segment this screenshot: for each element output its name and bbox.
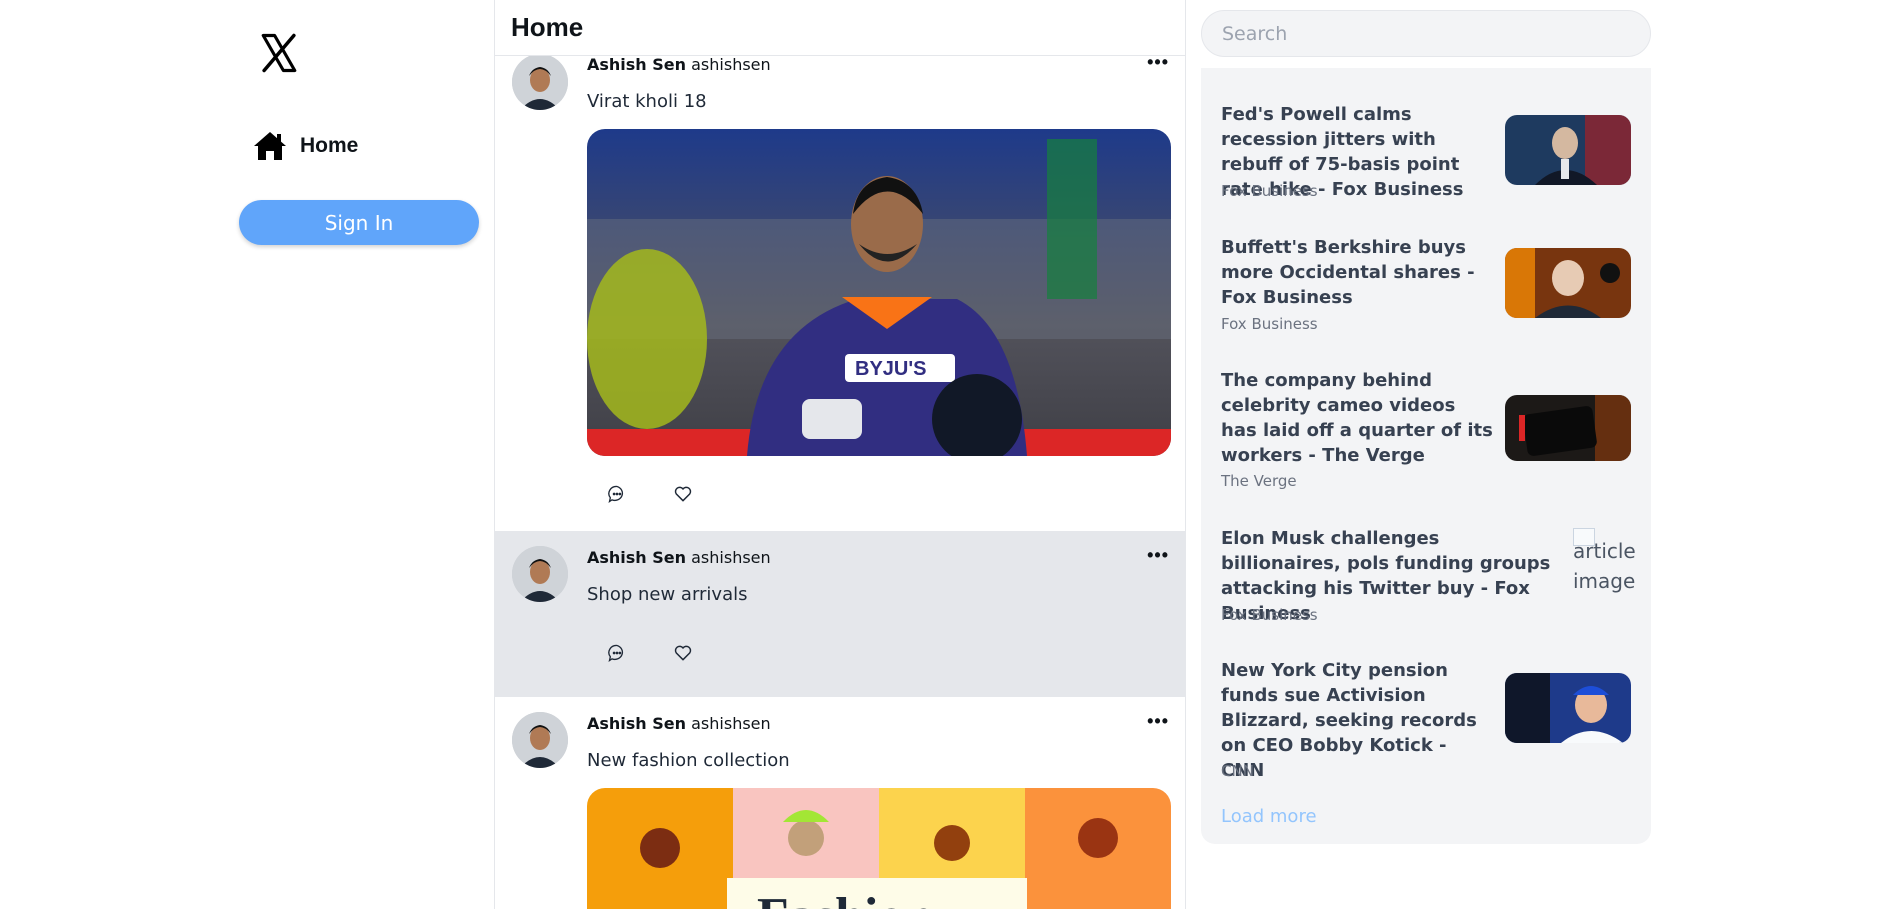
heart-icon[interactable] (673, 484, 693, 504)
search-input[interactable] (1201, 10, 1651, 57)
tweet-author: Ashish Sen ashishsen (587, 55, 771, 74)
avatar[interactable] (512, 712, 568, 768)
article-image-alt: article image (1573, 539, 1636, 593)
page-title: Home (511, 12, 584, 42)
tweet-image[interactable]: BYJU'S (587, 129, 1171, 456)
tweet-actions (607, 643, 693, 663)
nav-home[interactable]: Home (252, 130, 358, 162)
author-name[interactable]: Ashish Sen (587, 548, 686, 567)
nav-home-label: Home (300, 134, 359, 157)
news-article[interactable]: Fed's Powell calms recession jitters wit… (1221, 102, 1635, 202)
cricketer-photo: BYJU'S (587, 129, 1171, 456)
sign-in-button[interactable]: Sign In (239, 200, 479, 245)
article-source: The Verge (1221, 472, 1297, 490)
comment-icon[interactable] (607, 484, 627, 504)
news-article[interactable]: New York City pension funds sue Activisi… (1221, 658, 1635, 783)
news-panel: Fed's Powell calms recession jitters wit… (1201, 68, 1651, 844)
more-options-icon[interactable]: ••• (1147, 545, 1169, 566)
tweet-text: Virat kholi 18 (587, 91, 707, 112)
tweet-text: Shop new arrivals (587, 584, 748, 605)
tweet[interactable]: Ashish Sen ashishsen ••• Virat kholi 18 (495, 44, 1185, 531)
avatar-image (512, 546, 568, 602)
app: Home Sign In Home Ashish Sen ashishsen •… (0, 0, 1887, 909)
author-handle[interactable]: ashishsen (691, 55, 771, 74)
tweet-author: Ashish Sen ashishsen (587, 548, 771, 567)
comment-icon[interactable] (607, 643, 627, 663)
article-source: Fox Business (1221, 182, 1318, 200)
feed-header: Home (495, 0, 1185, 56)
tweet[interactable]: Ashish Sen ashishsen ••• New fashion col… (495, 697, 1185, 909)
svg-text:BYJU'S: BYJU'S (855, 358, 926, 380)
avatar-image (512, 54, 568, 110)
fashion-image-text: Fashion (757, 888, 933, 909)
author-name[interactable]: Ashish Sen (587, 55, 686, 74)
tweet[interactable]: Ashish Sen ashishsen ••• Shop new arriva… (495, 531, 1185, 697)
article-headline[interactable]: New York City pension funds sue Activisi… (1221, 658, 1493, 783)
article-image-broken[interactable]: article image (1573, 528, 1643, 596)
left-sidebar: Home Sign In (238, 0, 496, 909)
news-article[interactable]: The company behind celebrity cameo video… (1221, 368, 1635, 493)
avatar-image (512, 712, 568, 768)
tweet-author: Ashish Sen ashishsen (587, 714, 771, 733)
author-name[interactable]: Ashish Sen (587, 714, 686, 733)
tweet-actions (607, 484, 693, 504)
author-handle[interactable]: ashishsen (691, 714, 771, 733)
avatar[interactable] (512, 54, 568, 110)
news-article[interactable]: Buffett's Berkshire buys more Occidental… (1221, 235, 1635, 335)
article-headline[interactable]: Buffett's Berkshire buys more Occidental… (1221, 235, 1493, 310)
article-thumbnail[interactable] (1505, 115, 1631, 185)
article-source: Fox Business (1221, 315, 1318, 333)
heart-icon[interactable] (673, 643, 693, 663)
tweet-image[interactable]: Fashion (587, 788, 1171, 909)
article-thumbnail[interactable] (1505, 395, 1631, 461)
article-thumbnail[interactable] (1505, 248, 1631, 318)
load-more-link[interactable]: Load more (1221, 806, 1317, 827)
article-headline[interactable]: The company behind celebrity cameo video… (1221, 368, 1493, 468)
home-icon (254, 132, 286, 160)
news-article[interactable]: Elon Musk challenges billionaires, pols … (1221, 526, 1636, 626)
fashion-collage: Fashion (587, 788, 1171, 909)
article-source: Fox Business (1221, 606, 1318, 624)
x-logo-icon[interactable] (258, 30, 300, 76)
article-thumbnail[interactable] (1505, 673, 1631, 743)
article-source: CNN (1221, 762, 1254, 780)
more-options-icon[interactable]: ••• (1147, 711, 1169, 732)
feed: Home Ashish Sen ashishsen ••• Virat khol… (494, 0, 1186, 909)
avatar[interactable] (512, 546, 568, 602)
tweet-text: New fashion collection (587, 750, 790, 771)
author-handle[interactable]: ashishsen (691, 548, 771, 567)
